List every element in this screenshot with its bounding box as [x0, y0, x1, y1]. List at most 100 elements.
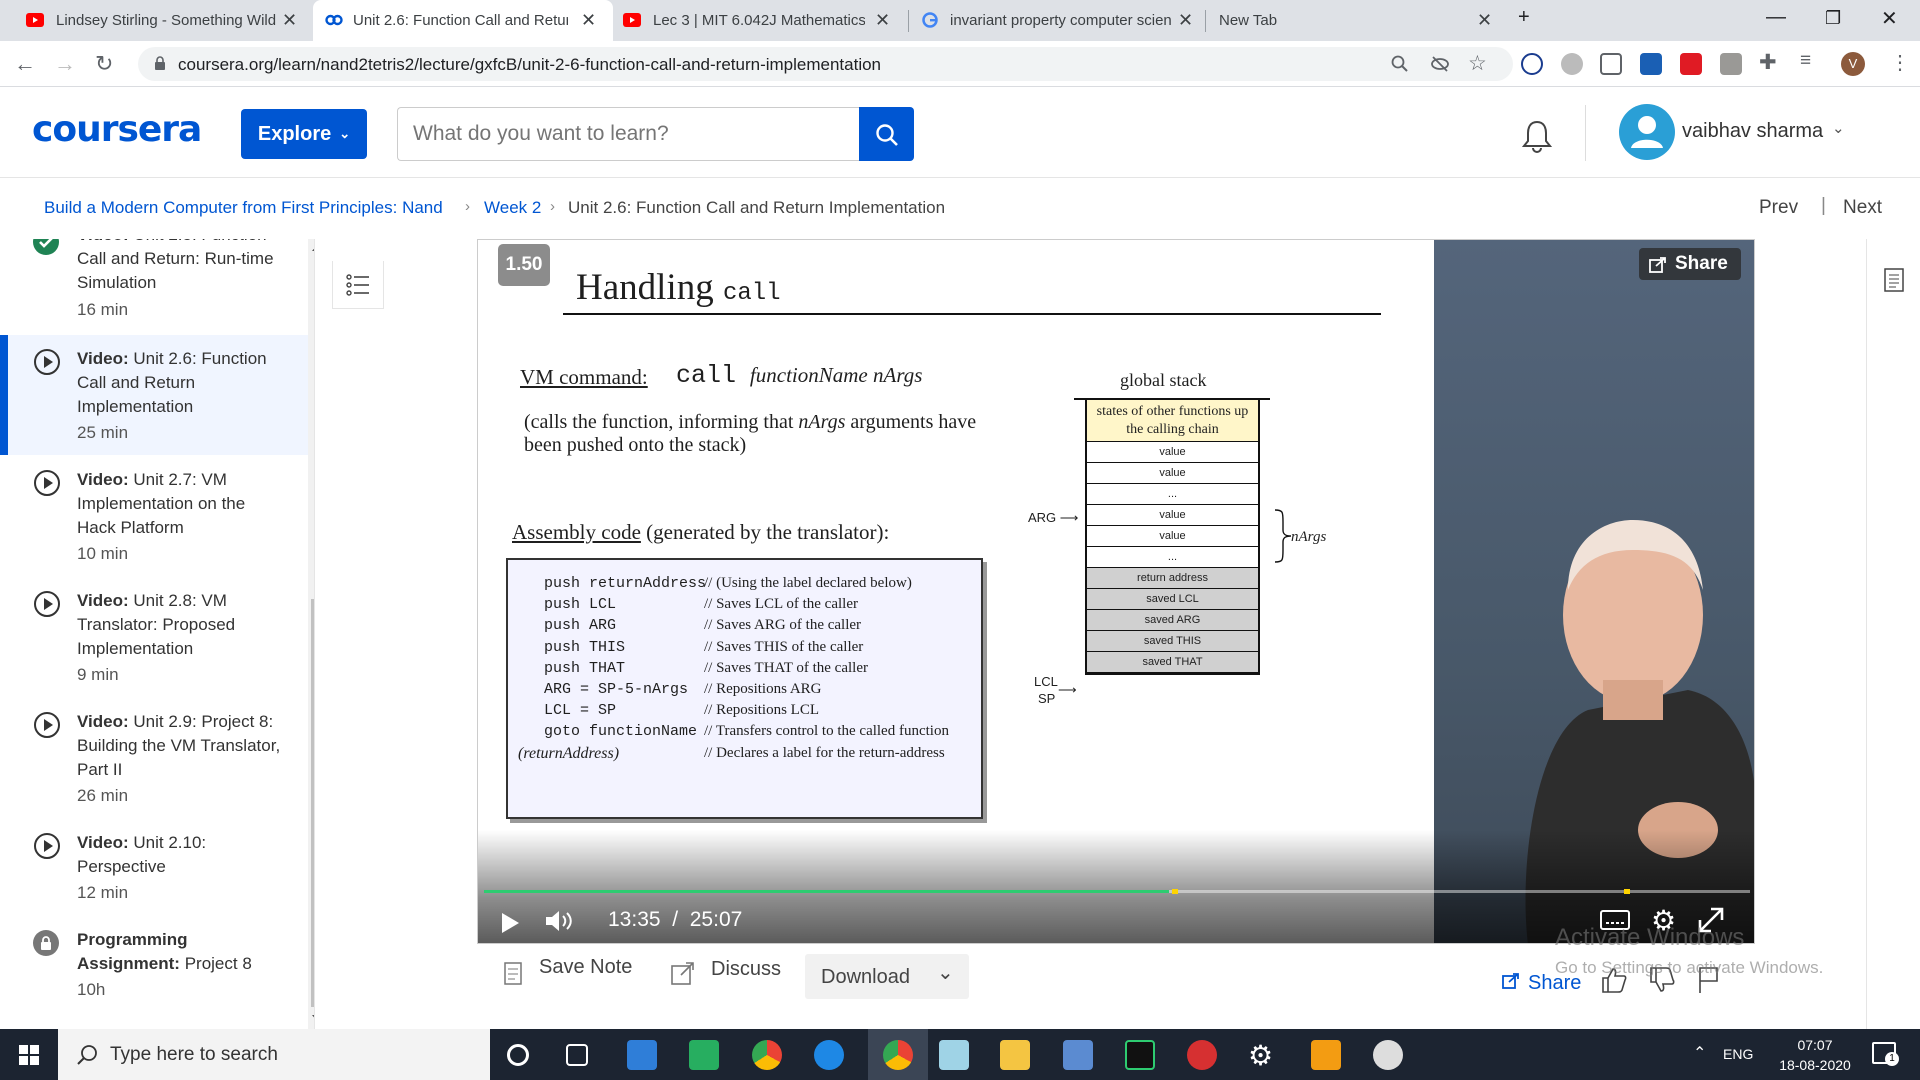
language-indicator[interactable]: ENG	[1723, 1046, 1753, 1062]
adblock-plus-icon[interactable]	[1561, 53, 1583, 75]
play-icon[interactable]	[500, 912, 520, 934]
search-button[interactable]	[859, 107, 914, 161]
sidebar-item-unit-2-7[interactable]: Video: Unit 2.7: VM Implementation on th…	[0, 456, 308, 576]
discuss-button[interactable]: Discuss	[711, 958, 781, 981]
menu-kebab-icon[interactable]: ⋮	[1890, 50, 1910, 75]
close-tab-icon[interactable]: ✕	[282, 10, 297, 31]
sidebar-item-duration: 12 min	[77, 883, 129, 902]
avatar[interactable]	[1619, 104, 1675, 160]
bell-icon[interactable]	[1520, 119, 1554, 153]
coursera-logo[interactable]: coursera	[32, 109, 202, 150]
tab-mit-lecture[interactable]: Lec 3 | MIT 6.042J Mathematics fo ✕	[613, 0, 910, 41]
tab-google-search[interactable]: invariant property computer scien ✕	[910, 0, 1205, 41]
chevron-down-icon[interactable]: ⌄	[1832, 119, 1845, 137]
save-note-button[interactable]: Save Note	[539, 956, 632, 979]
youtube-icon	[26, 13, 44, 27]
sidebar-item-unit-2-8[interactable]: Video: Unit 2.8: VM Translator: Proposed…	[0, 577, 308, 697]
tomato-timer-icon[interactable]	[1187, 1040, 1217, 1070]
stack-cell: return address	[1087, 568, 1258, 589]
address-bar[interactable]: coursera.org/learn/nand2tetris2/lecture/…	[138, 47, 1513, 81]
video-player[interactable]: 1.50 Handling call VM command: call func…	[477, 239, 1755, 944]
assembly-heading: Assembly code (generated by the translat…	[512, 520, 890, 544]
scrollbar-thumb[interactable]	[311, 599, 314, 1007]
sidebar-item-unit-2-10[interactable]: Video: Unit 2.10: Perspective 12 min	[0, 819, 308, 915]
windows-start-icon[interactable]	[19, 1045, 39, 1065]
blocker-extension-icon[interactable]	[1521, 53, 1543, 75]
sidebar-item-project-8[interactable]: Programming Assignment: Project 8 10h	[0, 916, 308, 1016]
sidebar-scrollbar[interactable]	[308, 239, 314, 1029]
volume-icon[interactable]	[544, 908, 574, 934]
username[interactable]: vaibhav sharma	[1682, 120, 1823, 143]
sidebar-item-unit-2-9[interactable]: Video: Unit 2.9: Project 8: Building the…	[0, 698, 308, 818]
playback-speed-badge[interactable]: 1.50	[498, 244, 550, 286]
notification-center-icon[interactable]: 1	[1872, 1042, 1899, 1066]
next-button[interactable]: Next	[1843, 197, 1882, 219]
chevron-up-icon[interactable]: ⌃	[1693, 1043, 1706, 1063]
task-view-icon[interactable]	[566, 1044, 588, 1066]
forward-icon[interactable]: →	[54, 51, 76, 77]
reader-extension-icon[interactable]	[1640, 53, 1662, 75]
eye-off-icon[interactable]	[1430, 55, 1450, 73]
notepad-icon[interactable]	[939, 1040, 969, 1070]
breadcrumb-course[interactable]: Build a Modern Computer from First Princ…	[44, 198, 443, 218]
sidebar-item-unit-2-5[interactable]: Video: Unit 2.5: Function Call and Retur…	[0, 239, 308, 332]
assembly-line: (returnAddress) // Declares a label for t…	[508, 745, 985, 766]
search-icon	[876, 124, 898, 146]
sidebar-item-duration: 10 min	[77, 544, 129, 563]
sidebar-item-label: Video: Unit 2.8: VM Translator: Proposed…	[77, 591, 236, 658]
file-explorer-icon[interactable]	[1000, 1040, 1030, 1070]
minimize-button[interactable]: —	[1766, 6, 1786, 29]
close-tab-icon[interactable]: ✕	[1477, 10, 1492, 31]
assembly-comment: // Repositions ARG	[704, 681, 822, 697]
sublime-text-icon[interactable]	[1311, 1040, 1341, 1070]
tab-unit-2-6[interactable]: Unit 2.6: Function Call and Return ✕	[313, 0, 613, 41]
mail-icon[interactable]	[627, 1040, 657, 1070]
explore-button[interactable]: Explore ⌄	[241, 109, 367, 159]
paint-icon[interactable]	[1373, 1040, 1403, 1070]
new-tab-button[interactable]: +	[1518, 6, 1530, 29]
chrome-icon[interactable]	[752, 1040, 782, 1070]
vm-command-label: VM command:	[520, 365, 648, 389]
download-button[interactable]: Download ⌄	[805, 954, 969, 999]
calculator-icon[interactable]	[1063, 1040, 1093, 1070]
reload-icon[interactable]: ↻	[95, 51, 113, 77]
youtube-extension-icon[interactable]	[1680, 53, 1702, 75]
restore-button[interactable]: ❐	[1825, 8, 1841, 29]
total-time: 25:07	[689, 908, 743, 931]
close-tab-icon[interactable]: ✕	[875, 10, 890, 31]
tab-title: invariant property computer scien	[950, 12, 1172, 29]
tab-new-tab[interactable]: New Tab ✕	[1205, 0, 1505, 41]
download-label: Download	[821, 966, 910, 988]
search-input[interactable]	[397, 107, 859, 161]
prev-button[interactable]: Prev	[1759, 197, 1798, 219]
window-close-button[interactable]: ✕	[1881, 6, 1898, 31]
star-icon[interactable]: ☆	[1468, 51, 1487, 76]
media-queue-icon[interactable]: ≡	[1800, 50, 1811, 72]
video-progress-bar[interactable]	[484, 889, 1750, 894]
chrome-icon[interactable]	[883, 1040, 913, 1070]
video-progress-fill	[484, 890, 1169, 893]
taskbar-search[interactable]: Type here to search	[58, 1029, 490, 1080]
back-icon[interactable]: ←	[14, 51, 36, 77]
evernote-icon[interactable]	[689, 1040, 719, 1070]
tab-lindsey-stirling[interactable]: Lindsey Stirling - Something Wild ✕	[0, 0, 318, 41]
edge-icon[interactable]	[814, 1040, 844, 1070]
zoom-icon[interactable]	[1391, 55, 1409, 73]
profile-avatar[interactable]: V	[1841, 52, 1865, 76]
transcript-icon[interactable]	[1884, 268, 1904, 292]
close-tab-icon[interactable]: ✕	[581, 10, 596, 31]
pycharm-icon[interactable]	[1125, 1040, 1155, 1070]
cortana-icon[interactable]	[507, 1044, 529, 1066]
breadcrumb-week[interactable]: Week 2	[484, 198, 541, 218]
close-tab-icon[interactable]: ✕	[1178, 10, 1193, 31]
pocket-icon[interactable]	[1600, 53, 1622, 75]
scroll-up-icon[interactable]	[312, 245, 314, 251]
outline-toggle-button[interactable]	[332, 261, 384, 309]
system-clock[interactable]: 07:07 18-08-2020	[1775, 1035, 1855, 1075]
settings-gear-icon[interactable]: ⚙	[1248, 1039, 1273, 1072]
video-share-button[interactable]: Share	[1639, 248, 1741, 280]
extensions-puzzle-icon[interactable]: ✚	[1759, 50, 1777, 75]
camera-extension-icon[interactable]	[1720, 53, 1742, 75]
scroll-down-icon[interactable]	[312, 1015, 314, 1021]
sidebar-item-unit-2-6[interactable]: Video: Unit 2.6: Function Call and Retur…	[0, 335, 308, 455]
